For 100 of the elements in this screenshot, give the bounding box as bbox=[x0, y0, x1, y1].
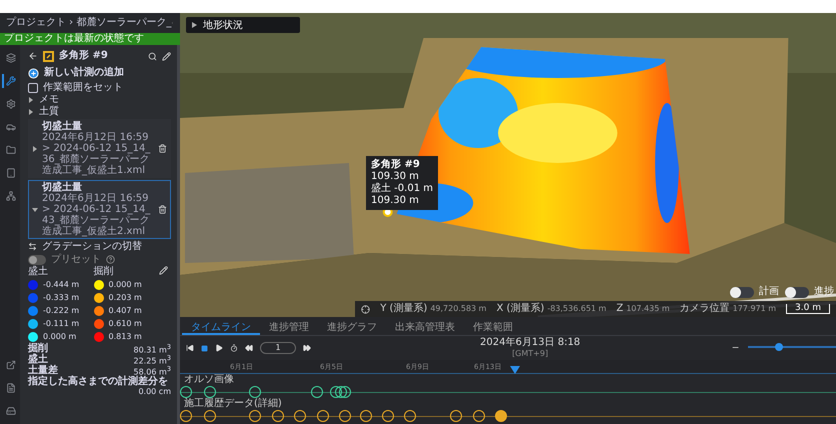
color-swatch[interactable] bbox=[94, 319, 104, 329]
color-swatch[interactable] bbox=[94, 293, 104, 303]
timeline-event[interactable] bbox=[204, 386, 216, 398]
difference-label: 指定した高さまでの計測差分を bbox=[28, 376, 169, 387]
section-toggle[interactable]: 土質 bbox=[28, 106, 171, 118]
back-icon[interactable] bbox=[28, 51, 38, 61]
timeline-event[interactable] bbox=[311, 386, 323, 398]
fill-value: -0.333 m bbox=[43, 292, 80, 304]
color-swatch[interactable] bbox=[94, 306, 104, 316]
help-icon[interactable] bbox=[106, 255, 115, 264]
timeline-event[interactable] bbox=[330, 386, 342, 398]
add-measurement-link[interactable]: 新しい計測の追加 bbox=[44, 67, 124, 79]
fill-heading: 盛土 bbox=[28, 266, 49, 278]
timeline-event[interactable] bbox=[180, 386, 192, 398]
timeline-event[interactable] bbox=[249, 410, 261, 422]
play-icon[interactable] bbox=[215, 344, 223, 352]
timeline-event[interactable] bbox=[339, 386, 351, 398]
timeline-event[interactable] bbox=[450, 410, 462, 422]
color-swatch[interactable] bbox=[28, 306, 38, 316]
cut-value: 0.813 m bbox=[108, 331, 142, 343]
tooltip-title: 多角形 #9 bbox=[371, 159, 421, 171]
preset-toggle[interactable] bbox=[28, 254, 46, 264]
cut-heading: 掘削 bbox=[94, 266, 114, 278]
measurement-title: 切盛土量 bbox=[42, 182, 83, 193]
timeline-tab[interactable]: タイムライン bbox=[182, 317, 260, 335]
color-swatch[interactable] bbox=[28, 280, 38, 290]
timeline-event[interactable] bbox=[404, 410, 416, 422]
swap-icon[interactable] bbox=[28, 242, 37, 251]
delete-icon[interactable] bbox=[158, 144, 167, 153]
timeline-event[interactable] bbox=[272, 410, 284, 422]
work-area-label: 作業範囲をセット bbox=[43, 82, 123, 94]
caret-icon bbox=[32, 146, 38, 152]
timeline-event[interactable] bbox=[249, 386, 261, 398]
measurement-card[interactable]: 切盛土量 2024年6月12日 16:59 > 2024-06-12 15_14_36_都麓ソーラーパーク造成工事_仮盛土1.xml bbox=[28, 119, 171, 178]
timeline-event[interactable] bbox=[294, 410, 306, 422]
tooltip-line: 109.30 m bbox=[371, 171, 420, 182]
gradation-switch-link[interactable]: グラデーションの切替 bbox=[42, 240, 142, 252]
fill-value: 0.000 m bbox=[43, 331, 76, 342]
timeline-event[interactable] bbox=[335, 386, 347, 398]
work-area-checkbox[interactable] bbox=[28, 82, 38, 92]
edit-icon[interactable] bbox=[159, 266, 168, 275]
tooltip-line: 盛土 -0.01 m bbox=[371, 183, 433, 195]
coordinate-value: 177.971 m bbox=[732, 303, 776, 315]
color-swatch[interactable] bbox=[94, 280, 104, 290]
stop-icon[interactable] bbox=[201, 344, 208, 352]
color-swatch[interactable] bbox=[28, 332, 38, 342]
search-icon[interactable] bbox=[148, 52, 157, 60]
delete-icon[interactable] bbox=[158, 205, 167, 214]
frame-input[interactable]: 1 bbox=[260, 342, 296, 354]
timeline-event[interactable] bbox=[339, 410, 351, 422]
object-title: 多角形 #9 bbox=[59, 50, 109, 62]
summary-value: 58.06 m$^{3}$ bbox=[134, 364, 171, 376]
coordinate-label: カメラ位置 bbox=[680, 303, 730, 315]
timeline-tab[interactable]: 出来高管理表 bbox=[386, 317, 464, 335]
timeline-event[interactable] bbox=[473, 410, 485, 422]
color-swatch[interactable] bbox=[28, 319, 38, 329]
section-toggle[interactable]: メモ bbox=[28, 94, 171, 106]
coordinate-value: -83,536.651 m bbox=[547, 303, 606, 315]
edit-icon[interactable] bbox=[162, 52, 171, 60]
cut-value: 0.000 m bbox=[108, 279, 142, 291]
cut-value: 0.610 m bbox=[108, 318, 142, 330]
fill-value: -0.222 m bbox=[43, 305, 80, 317]
timeline-event[interactable] bbox=[317, 410, 329, 422]
coordinate-value: 107.435 m bbox=[626, 303, 670, 315]
cut-value: 0.203 m bbox=[108, 292, 142, 304]
rewind-icon[interactable] bbox=[245, 344, 253, 352]
timer-icon[interactable] bbox=[230, 344, 238, 352]
color-swatch[interactable] bbox=[28, 293, 38, 303]
layer-panel-toggle[interactable]: 地形状況 bbox=[186, 17, 300, 33]
timeline-event[interactable] bbox=[204, 410, 216, 422]
toggle-label: 計画 bbox=[759, 286, 779, 298]
crosshair-icon bbox=[361, 304, 370, 314]
timeline-tab[interactable]: 作業範囲 bbox=[464, 317, 522, 335]
timeline-event[interactable] bbox=[495, 410, 507, 422]
polygon-icon bbox=[43, 50, 54, 62]
playhead-icon[interactable] bbox=[510, 366, 520, 374]
fill-value: -0.444 m bbox=[43, 279, 80, 291]
summary-label: 土量差 bbox=[28, 364, 58, 376]
measurement-card[interactable]: 切盛土量 2024年6月12日 16:59 > 2024-06-12 15_14_43_都麓ソーラーパーク造成工事_仮盛土2.xml bbox=[28, 180, 171, 239]
measurement-date: 2024年6月12日 16:59 bbox=[42, 193, 150, 204]
zoom-thumb[interactable] bbox=[774, 343, 783, 351]
add-icon[interactable] bbox=[28, 68, 39, 78]
breadcrumb[interactable]: プロジェクト › 都麓ソーラーパーク_ bbox=[6, 17, 172, 29]
caret-icon bbox=[192, 22, 197, 28]
coordinate-label: X (測量系) bbox=[496, 303, 544, 315]
timeline-event[interactable] bbox=[382, 410, 394, 422]
cut-value: 0.407 m bbox=[108, 305, 142, 317]
summary-value: 80.31 m$^{3}$ bbox=[134, 342, 171, 355]
timeline-event[interactable] bbox=[360, 410, 372, 422]
color-swatch[interactable] bbox=[94, 332, 104, 342]
fast-forward-icon[interactable] bbox=[303, 344, 311, 352]
track-label: 施工履歴データ(詳細) bbox=[184, 398, 282, 410]
timeline-event[interactable] bbox=[180, 410, 192, 422]
step-back-icon[interactable] bbox=[186, 344, 194, 352]
timeline-tab[interactable]: 進捗管理 bbox=[260, 317, 318, 335]
coordinate-value: 49,720.583 m bbox=[430, 303, 486, 315]
wrench-icon[interactable] bbox=[2, 74, 18, 88]
timeline-tab[interactable]: 進捗グラフ bbox=[318, 317, 386, 335]
measurement-date: 2024年6月12日 16:59 bbox=[42, 132, 150, 143]
timezone: [GMT+9] bbox=[512, 349, 548, 359]
